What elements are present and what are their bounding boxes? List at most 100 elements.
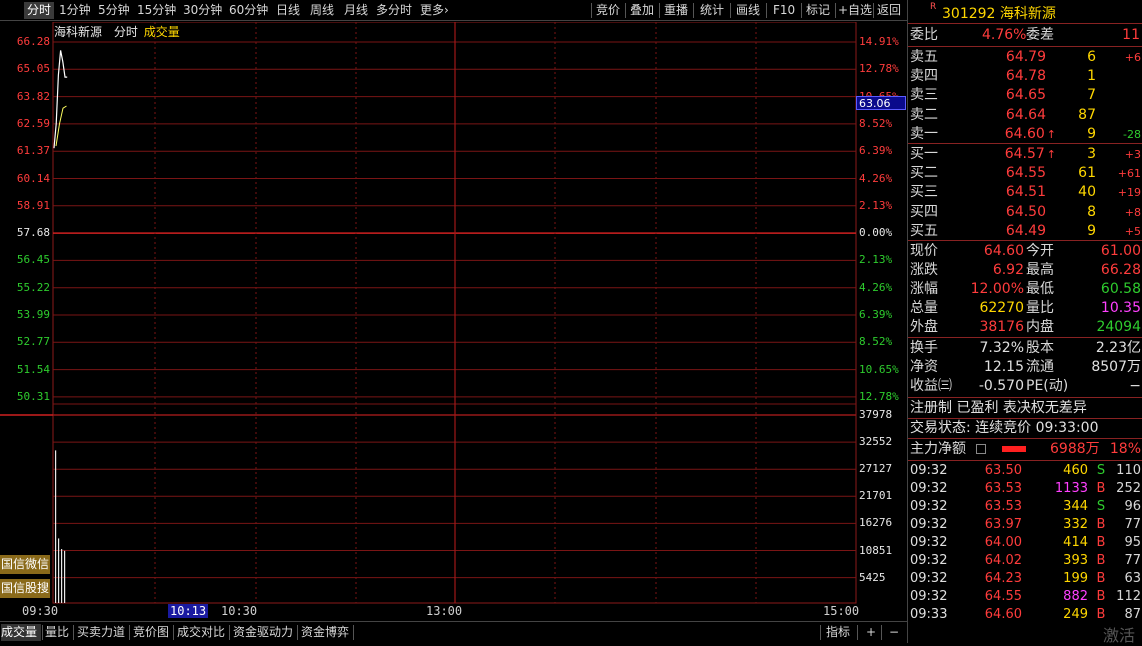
fundamental-label: 收益㈢ [910,378,952,394]
tab-buy-sell-force[interactable]: 买卖力道 [77,624,125,641]
buy-level-price: 64.51 [1005,184,1046,201]
volume-bar [64,550,66,603]
replay-button[interactable]: 重播 [664,2,688,19]
trade-count: 63 [1124,571,1141,586]
tab-divider [42,625,43,640]
sell-level-row[interactable]: 卖四 64.78 1 [908,67,1142,86]
time-label: 10:30 [221,604,258,618]
tab-5min[interactable]: 5分钟 [98,2,130,19]
trade-side: B [1096,481,1106,496]
tab-divider [881,625,882,640]
divider [908,337,1142,338]
chart-canvas[interactable] [0,22,907,605]
crosshair-time-label: 10:13 [168,604,209,618]
quote-value: 60.58 [1100,281,1141,297]
statistics-button[interactable]: 统计 [700,2,724,19]
tab-auction-chart[interactable]: 竞价图 [133,624,169,641]
chart-stock-name: 海科新源 [54,25,103,39]
quote-label: 总量 [910,300,938,316]
indicator-button[interactable]: 指标 [826,624,850,641]
trade-count: 96 [1124,499,1141,514]
guoxin-search-button[interactable]: 国信股搜 [0,579,50,598]
tab-more[interactable]: 更多› [420,2,449,19]
trade-time: 09:32 [910,589,948,604]
add-watchlist-button[interactable]: +自选 [838,2,872,19]
trade-time: 09:32 [910,463,948,478]
price-tick-label: 57.68 [16,226,50,240]
fundamental-label: 流通 [1026,359,1054,375]
trade-price: 64.23 [984,571,1022,586]
zoom-in-button[interactable]: + [866,624,876,641]
tab-weekly[interactable]: 周线 [310,2,334,19]
tab-30min[interactable]: 30分钟 [183,2,222,19]
sell-level-label: 卖二 [910,106,938,123]
mark-button[interactable]: 标记 [806,2,830,19]
quote-row: 现价 64.60 今开 61.00 [908,242,1142,261]
trade-row: 09:32 63.53 344 S 96 [908,498,1142,516]
tab-divider [129,625,130,640]
buy-level-row[interactable]: 买二 64.55 61 +61 [908,164,1142,183]
sell-level-row[interactable]: 卖三 64.65 7 [908,86,1142,105]
tab-fund-drive[interactable]: 资金驱动力 [233,624,293,641]
price-tick-label: 58.91 [16,198,50,212]
price-tick-label: 65.05 [16,62,50,76]
back-button[interactable]: 返回 [877,2,901,19]
order-diff-label: 委差 [1026,27,1054,43]
f10-button[interactable]: F10 [773,2,795,19]
sell-level-price: 64.64 [1005,106,1046,123]
buy-level-volume: 61 [1078,165,1096,182]
sell-level-row[interactable]: 卖二 64.64 87 [908,106,1142,125]
sell-level-price: 64.78 [1005,68,1046,85]
main-force-value: 6988万 [1050,441,1100,457]
auction-button[interactable]: 竞价 [596,2,620,19]
sell-level-row[interactable]: 卖一 64.60 ↑ 9 -28 [908,125,1142,144]
sell-level-label: 卖一 [910,125,938,142]
sell-level-label: 卖五 [910,49,938,65]
time-label: 13:00 [426,604,463,618]
quote-label: 今开 [1026,243,1054,259]
quote-value: 61.00 [1100,243,1141,259]
tab-multi-intraday[interactable]: 多分时 [376,2,412,19]
price-tick-label: 62.59 [16,116,50,130]
overlay-button[interactable]: 叠加 [630,2,654,19]
buy-level-row[interactable]: 买四 64.50 8 +8 [908,203,1142,222]
stock-code-name[interactable]: 301292 海科新源 [942,3,1056,23]
list-icon[interactable] [976,444,986,454]
sell-level-row[interactable]: 卖五 64.79 6 +6 [908,48,1142,67]
main-force-pct: 18% [1109,441,1141,457]
buy-level-row[interactable]: 买三 64.51 40 +19 [908,183,1142,202]
buy-level-label: 买五 [910,222,938,239]
tab-volume-ratio[interactable]: 量比 [45,624,69,641]
zoom-out-button[interactable]: − [889,624,899,641]
tab-60min[interactable]: 60分钟 [229,2,268,19]
trade-time: 09:32 [910,481,948,496]
buy-level-row[interactable]: 买五 64.49 9 +5 [908,222,1142,241]
up-arrow-icon: ↑ [1046,148,1056,161]
quote-label: 最低 [1026,281,1054,297]
intraday-chart[interactable]: 海科新源 分时 成交量 66.28 65.05 63.82 62.59 61.37 60.… [0,22,907,618]
guoxin-wechat-button[interactable]: 国信微信 [0,555,50,574]
tab-daily[interactable]: 日线 [276,2,300,19]
tab-divider [73,625,74,640]
quote-row: 涨跌 6.92 最高 66.28 [908,261,1142,280]
tab-fund-game[interactable]: 资金博弈 [301,624,349,641]
trade-price: 63.53 [984,481,1022,496]
quote-value: 66.28 [1100,262,1141,278]
toolbar-divider [766,3,767,18]
price-tick-label: 66.28 [16,35,50,48]
buy-level-row[interactable]: 买一 64.57 ↑ 3 +3 [908,145,1142,164]
trade-row: 09:32 64.55 882 B 112 [908,588,1142,606]
tab-15min[interactable]: 15分钟 [137,2,176,19]
toolbar-divider [801,3,802,18]
tab-monthly[interactable]: 月线 [344,2,368,19]
fundamental-row: 换手 7.32% 股本 2.23亿 [908,339,1142,358]
sell-level-change: +6 [1124,51,1141,64]
tab-1min[interactable]: 1分钟 [59,2,91,19]
buy-level-volume: 40 [1078,184,1096,201]
trade-volume: 199 [1063,571,1088,586]
tab-intraday[interactable]: 分时 [24,2,55,19]
tab-trade-compare[interactable]: 成交对比 [177,624,225,641]
tab-volume[interactable]: 成交量 [1,624,41,641]
trade-volume: 882 [1063,589,1088,604]
draw-line-button[interactable]: 画线 [736,2,760,19]
